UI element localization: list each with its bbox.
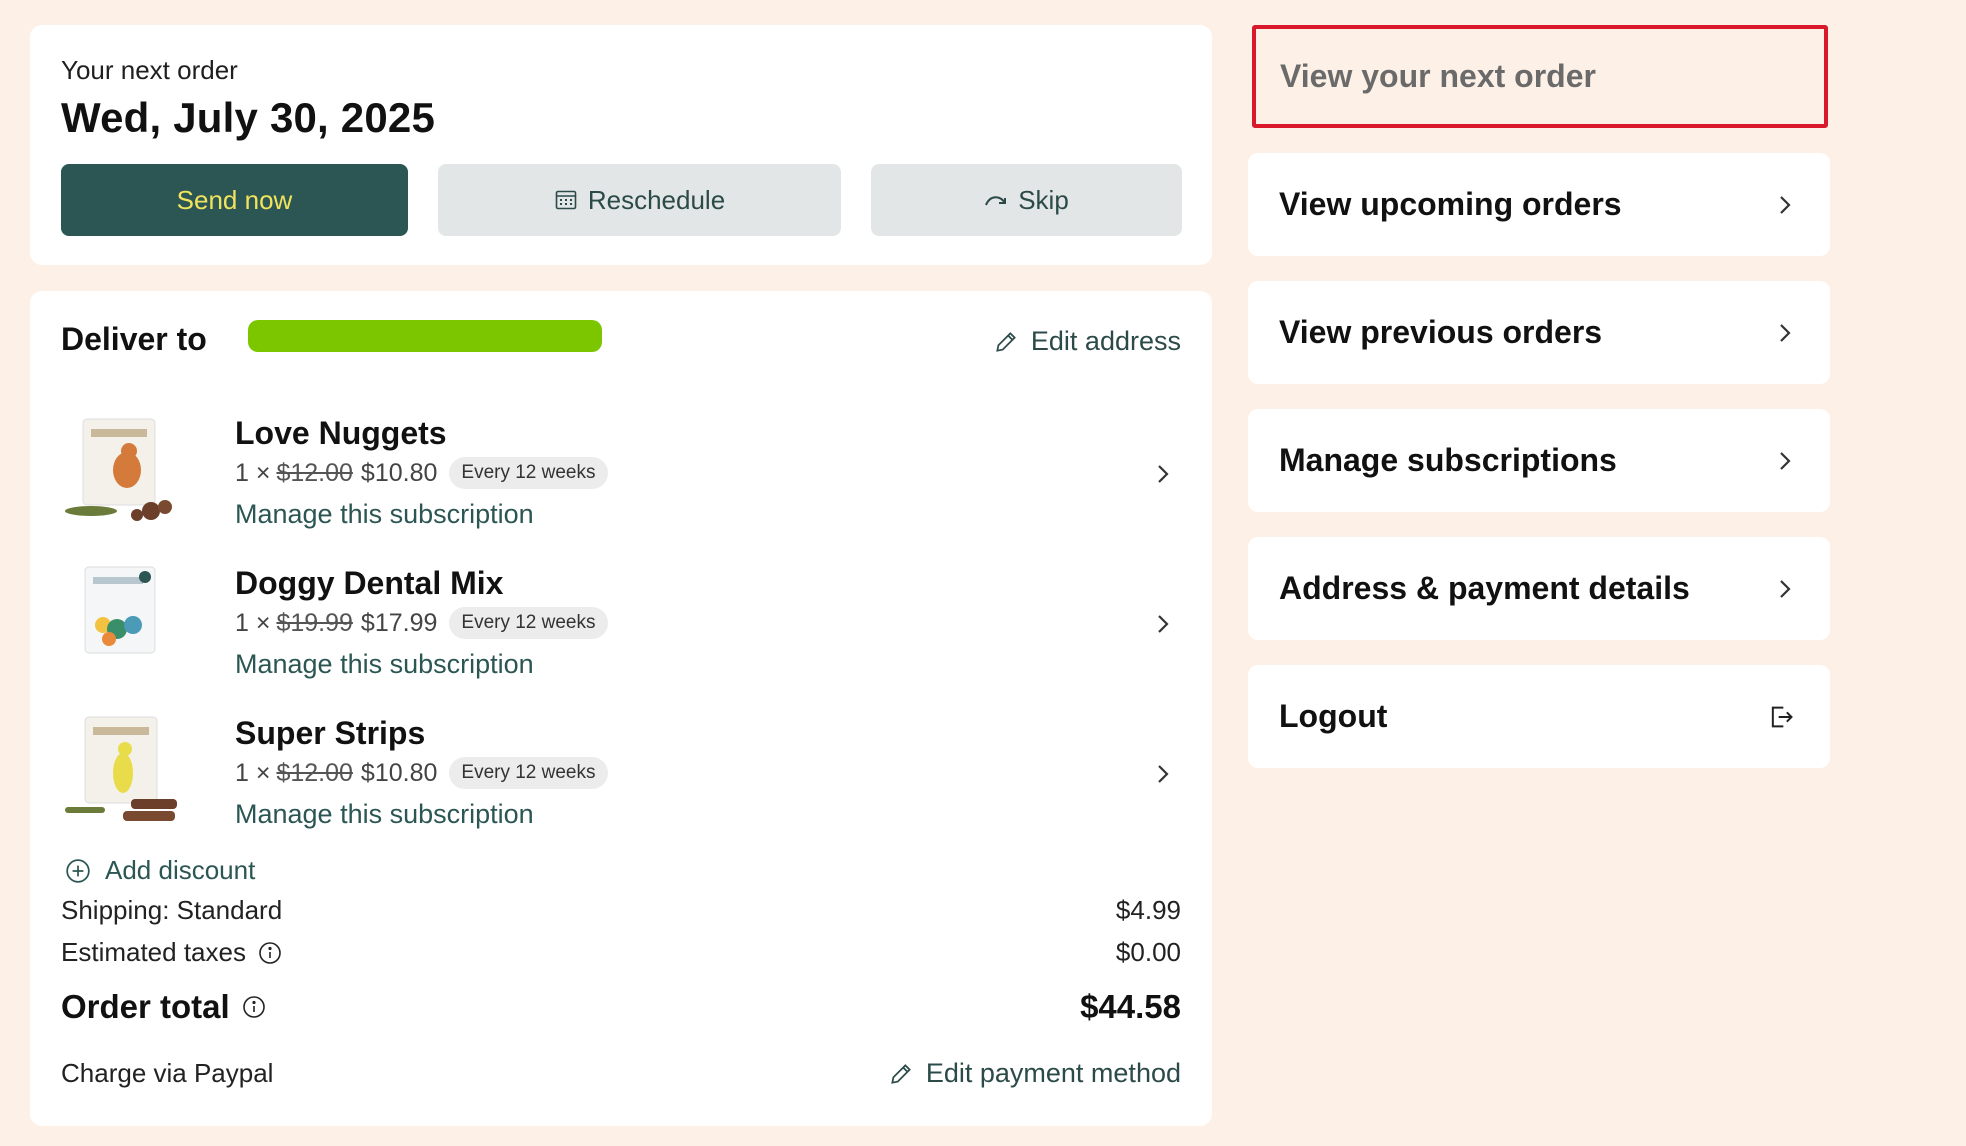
order-total-value: $44.58 [1080,988,1181,1025]
product-qty: 1 × [235,758,271,787]
product-old-price: $19.99 [276,608,353,637]
frequency-badge: Every 12 weeks [449,757,608,789]
total-label-group: Order total [61,988,266,1026]
edit-payment-label: Edit payment method [925,1058,1181,1088]
send-now-label: Send now [176,184,293,215]
pencil-icon [996,331,1016,352]
edit-payment-link[interactable]: Edit payment method [888,1058,1181,1089]
chevron-right-icon[interactable] [1153,459,1173,489]
add-discount-label: Add discount [105,855,256,885]
edit-address-label: Edit address [1030,326,1181,356]
deliver-to-title: Deliver to [61,321,207,357]
nav-upcoming-orders-label: View upcoming orders [1279,186,1622,222]
reschedule-button[interactable]: Reschedule [438,164,841,236]
calendar-icon [555,190,577,210]
next-order-card: Your next order Wed, July 30, 2025 Send … [30,25,1212,265]
manage-subscription-link[interactable]: Manage this subscription [235,499,534,530]
frequency-badge: Every 12 weeks [449,607,608,639]
product-name: Love Nuggets [235,415,447,451]
product-new-price: $10.80 [360,758,438,787]
product-qty: 1 × [235,608,271,637]
add-discount-link[interactable]: Add discount [65,855,255,886]
product-price-row: 1 × $12.00 $10.80 Every 12 weeks [235,457,608,489]
product-qty: 1 × [235,458,271,487]
taxes-label-group: Estimated taxes [61,937,282,968]
nav-previous-orders[interactable]: View previous orders [1248,281,1830,384]
shipping-value: $4.99 [1115,895,1181,925]
chevron-right-icon[interactable] [1153,609,1173,639]
nav-view-next-order-label: View your next order [1280,58,1596,94]
nav-view-next-order[interactable]: View your next order [1252,25,1828,128]
product-new-price: $10.80 [360,458,438,487]
nav-manage-subscriptions[interactable]: Manage subscriptions [1248,409,1830,512]
chevron-right-icon [1780,451,1791,470]
taxes-value: $0.00 [1115,937,1181,967]
chevron-right-icon [1780,579,1791,598]
product-price-row: 1 × $19.99 $17.99 Every 12 weeks [235,607,608,639]
edit-address-link[interactable]: Edit address [993,326,1181,357]
info-icon[interactable] [258,941,282,965]
taxes-row: Estimated taxes $0.00 [61,937,1181,968]
nav-previous-orders-label: View previous orders [1279,314,1603,350]
next-order-date: Wed, July 30, 2025 [61,94,436,141]
taxes-label: Estimated taxes [61,937,246,967]
product-price-row: 1 × $12.00 $10.80 Every 12 weeks [235,757,608,789]
reschedule-label: Reschedule [587,184,726,215]
chevron-right-icon [1780,323,1791,342]
doggy-dental-mix-product-image [84,566,156,654]
product-old-price: $12.00 [276,458,353,487]
nav-logout[interactable]: Logout [1248,665,1830,768]
order-total-row: Order total $44.58 [61,988,1181,1026]
shipping-label: Shipping: Standard [61,895,283,925]
plus-circle-icon [66,858,90,883]
super-strips-product-image [65,716,177,821]
product-name: Super Strips [235,715,426,751]
logout-icon [1771,706,1793,727]
order-total-label: Order total [61,988,230,1025]
nav-address-payment-label: Address & payment details [1279,570,1690,606]
skip-arc-icon [985,196,1007,206]
chevron-right-icon [1780,195,1791,214]
nav-upcoming-orders[interactable]: View upcoming orders [1248,153,1830,256]
chevron-right-icon[interactable] [1153,759,1173,789]
payment-row: Charge via Paypal Edit payment method [61,1058,1181,1089]
skip-label: Skip [1018,184,1069,215]
redacted-address [248,320,602,352]
send-now-button[interactable]: Send now [61,164,408,236]
nav-logout-label: Logout [1279,698,1388,734]
product-row[interactable]: Love Nuggets 1 × $12.00 $10.80 Every 12 … [61,415,1181,555]
manage-subscription-link[interactable]: Manage this subscription [235,649,534,680]
product-name: Doggy Dental Mix [235,565,504,601]
order-details-card: Deliver to Edit address Love Nuggets 1 ×… [30,291,1212,1126]
next-order-actions: Send now Reschedule Skip [61,164,1182,236]
info-icon[interactable] [242,995,266,1019]
product-row[interactable]: Doggy Dental Mix 1 × $19.99 $17.99 Every… [61,565,1181,705]
product-new-price: $17.99 [360,608,438,637]
nav-manage-subscriptions-label: Manage subscriptions [1279,442,1617,478]
product-old-price: $12.00 [276,758,353,787]
charge-via-label: Charge via Paypal [61,1058,274,1088]
product-row[interactable]: Super Strips 1 × $12.00 $10.80 Every 12 … [61,715,1181,855]
frequency-badge: Every 12 weeks [449,457,608,489]
love-nuggets-product-image [65,418,172,521]
pencil-icon [891,1063,911,1084]
next-order-label: Your next order [61,55,238,85]
shipping-row: Shipping: Standard $4.99 [61,895,1181,926]
skip-button[interactable]: Skip [871,164,1182,236]
manage-subscription-link[interactable]: Manage this subscription [235,799,534,830]
nav-address-payment[interactable]: Address & payment details [1248,537,1830,640]
